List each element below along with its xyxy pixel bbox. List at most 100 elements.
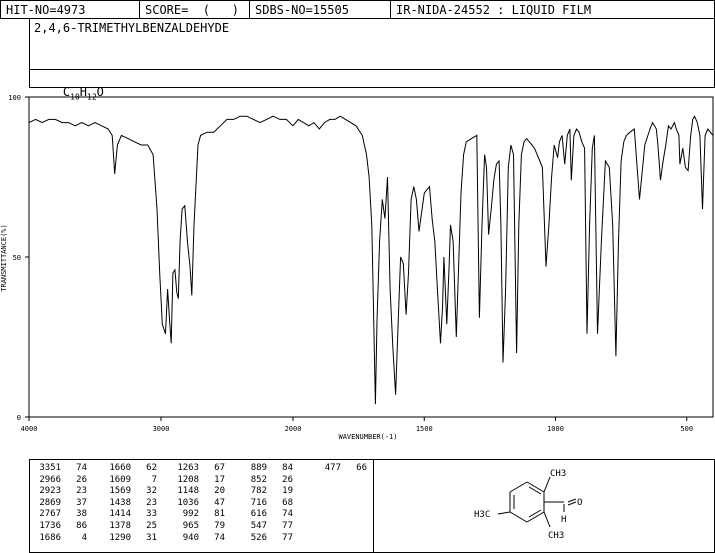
peak-wavenumber: 1609	[109, 474, 131, 485]
peak-wavenumber: 1263	[177, 463, 199, 473]
peak-transmittance: 79	[214, 520, 225, 531]
peak-transmittance: 7	[151, 474, 157, 485]
peak-wavenumber: 547	[250, 520, 267, 531]
peak-row: 477 66	[314, 463, 367, 475]
y-axis-label: TRANSMITTANCE(%)	[0, 224, 8, 291]
peak-wavenumber: 1290	[109, 532, 131, 543]
x-axis-label: WAVENUMBER(-1)	[338, 433, 397, 441]
peak-row: 2966 26	[34, 475, 87, 487]
peak-wavenumber: 992	[182, 509, 199, 520]
peak-row: 2767 38	[34, 509, 87, 521]
methyl-left-label: H3C	[474, 510, 490, 520]
peak-row: 1414 33	[104, 509, 157, 521]
peak-transmittance: 4	[81, 532, 87, 543]
peak-transmittance: 47	[214, 497, 225, 508]
peak-table-divider	[373, 460, 374, 552]
peak-row: 1438 23	[104, 498, 157, 510]
peak-wavenumber: 616	[250, 509, 267, 520]
peak-wavenumber: 1569	[109, 486, 131, 497]
peak-wavenumber: 2966	[39, 474, 61, 485]
peak-wavenumber: 1736	[39, 520, 61, 531]
peak-wavenumber: 1686	[39, 532, 61, 543]
peak-column: 889 84 852 26 782 19 716 68 616 74 547 77 526 77	[240, 463, 293, 544]
peak-row: 889 84	[240, 463, 293, 475]
peak-transmittance: 74	[214, 532, 225, 543]
peak-wavenumber: 1148	[177, 486, 199, 497]
peak-transmittance: 23	[76, 486, 87, 497]
peak-transmittance: 81	[214, 509, 225, 520]
peak-row: 1686 4	[34, 533, 87, 545]
formula-box: C10H12O	[29, 69, 715, 101]
peak-transmittance: 26	[76, 474, 87, 485]
peak-row: 1609 7	[104, 475, 157, 487]
chart-axes: 4000 3000 2000 1500 1000 500100500	[8, 94, 714, 433]
peak-transmittance: 74	[282, 509, 293, 520]
peak-transmittance: 77	[282, 520, 293, 531]
peak-transmittance: 38	[76, 509, 87, 520]
peak-row: 965 79	[172, 521, 225, 533]
peak-wavenumber: 477	[324, 463, 341, 473]
peak-row: 547 77	[240, 521, 293, 533]
peak-transmittance: 31	[146, 532, 157, 543]
peak-row: 716 68	[240, 498, 293, 510]
peak-row: 3351 74	[34, 463, 87, 475]
x-tick-label: 1000	[547, 425, 564, 433]
methyl-top-label: CH3	[550, 469, 566, 479]
ir-nida-method: IR-NIDA-24552 : LIQUID FILM	[396, 3, 592, 17]
peak-wavenumber: 526	[250, 532, 267, 543]
peak-transmittance: 86	[76, 520, 87, 531]
peak-column: 477 66	[314, 463, 367, 475]
peak-row: 940 74	[172, 533, 225, 545]
peak-transmittance: 62	[146, 463, 157, 473]
peak-transmittance: 20	[214, 486, 225, 497]
peak-row: 1208 17	[172, 475, 225, 487]
molecular-structure: CH3 H3C CH3 O H	[474, 469, 582, 541]
peak-wavenumber: 1438	[109, 497, 131, 508]
peak-wavenumber: 1378	[109, 520, 131, 531]
peak-row: 616 74	[240, 509, 293, 521]
peak-transmittance: 68	[282, 497, 293, 508]
peak-row: 852 26	[240, 475, 293, 487]
peak-wavenumber: 1414	[109, 509, 131, 520]
peak-transmittance: 26	[282, 474, 293, 485]
peak-wavenumber: 1036	[177, 497, 199, 508]
peak-row: 1736 86	[34, 521, 87, 533]
peak-transmittance: 19	[282, 486, 293, 497]
peak-wavenumber: 3351	[39, 463, 61, 473]
peak-transmittance: 66	[356, 463, 367, 473]
peak-wavenumber: 1660	[109, 463, 131, 473]
sdbs-number: SDBS-NO=15505	[250, 1, 391, 19]
peak-row: 526 77	[240, 533, 293, 545]
peak-transmittance: 84	[282, 463, 293, 473]
peak-transmittance: 67	[214, 463, 225, 473]
x-tick-label: 4000	[21, 425, 38, 433]
peak-wavenumber: 2767	[39, 509, 61, 520]
x-tick-label: 2000	[285, 425, 302, 433]
peak-wavenumber: 2923	[39, 486, 61, 497]
peak-row: 1378 25	[104, 521, 157, 533]
peak-row: 992 81	[172, 509, 225, 521]
peak-wavenumber: 965	[182, 520, 199, 531]
peak-transmittance: 74	[76, 463, 87, 473]
y-tick-label: 100	[8, 94, 21, 102]
peak-wavenumber: 852	[250, 474, 267, 485]
peak-wavenumber: 1208	[177, 474, 199, 485]
peak-wavenumber: 2869	[39, 497, 61, 508]
peak-transmittance: 17	[214, 474, 225, 485]
compound-name-box: 2,4,6-TRIMETHYLBENZALDEHYDE	[29, 18, 715, 70]
peak-transmittance: 33	[146, 509, 157, 520]
score: SCORE= ( )	[140, 1, 250, 19]
peak-wavenumber: 889	[250, 463, 267, 473]
peak-row: 1148 20	[172, 486, 225, 498]
peak-transmittance: 37	[76, 497, 87, 508]
peak-row: 1569 32	[104, 486, 157, 498]
plot-frame	[28, 96, 714, 418]
oxygen-label: O	[577, 498, 582, 508]
x-tick-label: 500	[680, 425, 693, 433]
peak-wavenumber: 782	[250, 486, 267, 497]
spectrum-trace	[28, 115, 714, 405]
peak-transmittance: 32	[146, 486, 157, 497]
aldehyde-h-label: H	[561, 515, 566, 525]
y-tick-label: 0	[17, 414, 21, 422]
peak-column: 3351 74 2966 26 2923 23 2869 37 2767 38 1736 86 1686…	[34, 463, 87, 544]
